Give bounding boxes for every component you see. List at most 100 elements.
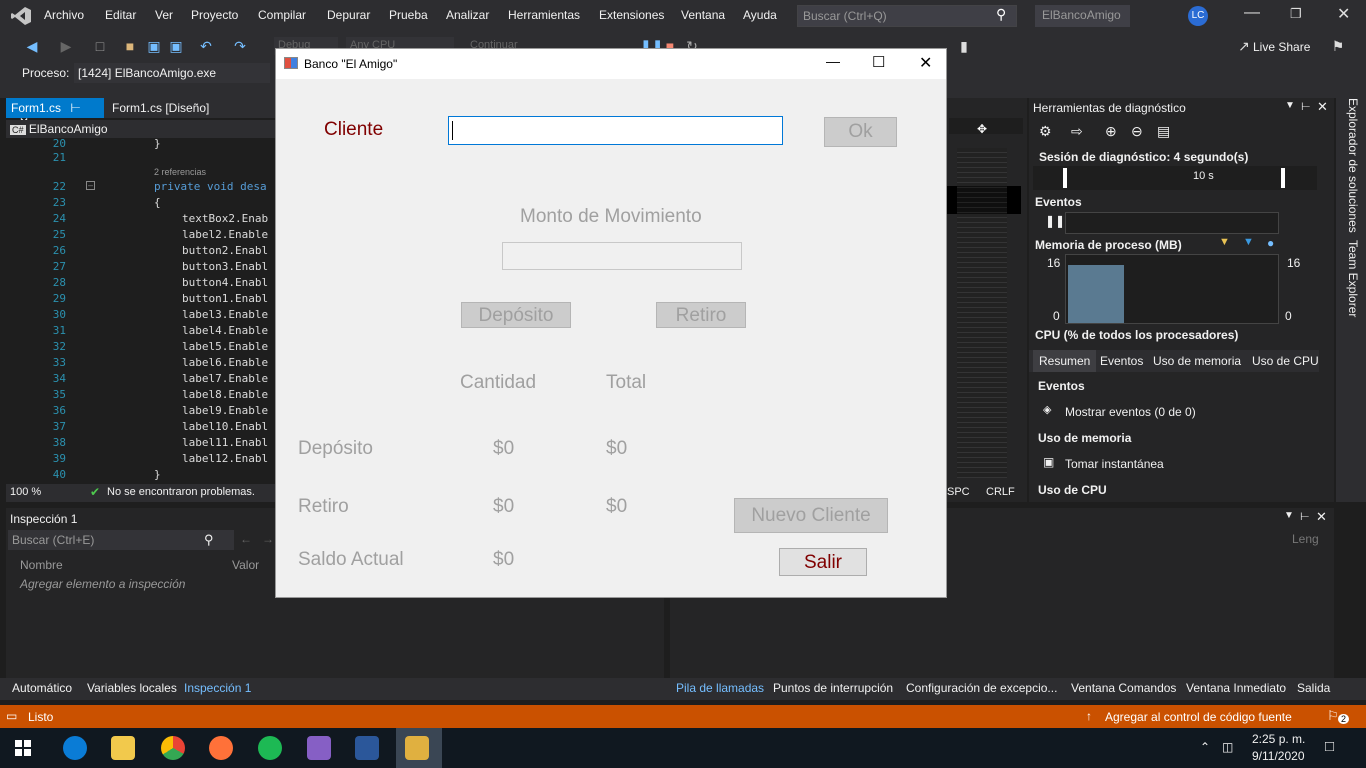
col-value-header[interactable]: Valor xyxy=(232,558,259,572)
user-avatar[interactable]: LC xyxy=(1188,6,1208,26)
spc-indicator[interactable]: SPC xyxy=(947,486,970,498)
salir-button[interactable]: Salir xyxy=(779,548,867,576)
col-name-header[interactable]: Nombre xyxy=(20,558,63,572)
pin-icon[interactable]: ⊢ xyxy=(70,101,80,115)
tab-inspeccion-1[interactable]: Inspección 1 xyxy=(184,681,251,695)
chrome-icon[interactable] xyxy=(161,736,185,760)
add-watch-row[interactable]: Agregar elemento a inspección xyxy=(20,577,185,591)
menu-ventana[interactable]: Ventana xyxy=(681,8,725,22)
menu-compilar[interactable]: Compilar xyxy=(258,8,306,22)
minimize-icon[interactable]: — xyxy=(1244,4,1260,22)
menu-editar[interactable]: Editar xyxy=(105,8,136,22)
menu-ayuda[interactable]: Ayuda xyxy=(743,8,777,22)
menu-ver[interactable]: Ver xyxy=(155,8,173,22)
timeline-end-handle[interactable] xyxy=(1281,168,1285,188)
pin-icon[interactable]: ⊢ xyxy=(1301,100,1311,113)
file-explorer-icon[interactable] xyxy=(111,736,135,760)
tray-chevron-icon[interactable]: ⌃ xyxy=(1200,740,1210,754)
restore-icon[interactable]: ❐ xyxy=(1290,6,1302,22)
edge-icon[interactable] xyxy=(63,736,87,760)
bookmark-icon[interactable]: ▮ xyxy=(956,38,972,54)
problems-status[interactable]: No se encontraron problemas. xyxy=(107,486,255,498)
tab-uso-cpu[interactable]: Uso de CPU xyxy=(1252,354,1319,368)
search-back-icon[interactable]: ← xyxy=(240,532,252,546)
export-icon[interactable]: ⇨ xyxy=(1071,123,1083,140)
open-folder-icon[interactable]: ■ xyxy=(122,38,138,54)
tab-resumen[interactable]: Resumen xyxy=(1033,350,1097,372)
save-icon[interactable]: ▣ xyxy=(146,38,162,54)
source-control-button[interactable]: Agregar al control de código fuente xyxy=(1105,710,1292,724)
zoom-select[interactable]: 100 % xyxy=(10,486,41,498)
redo-icon[interactable]: ↷ xyxy=(232,38,248,54)
collapse-icon[interactable]: – xyxy=(86,181,95,190)
settings-icon[interactable]: ⚙ xyxy=(1039,123,1052,140)
word-icon[interactable] xyxy=(355,736,379,760)
minimap[interactable] xyxy=(957,148,1007,478)
crlf-indicator[interactable]: CRLF xyxy=(986,486,1015,498)
network-icon[interactable]: ◫ xyxy=(1222,740,1233,754)
menu-proyecto[interactable]: Proyecto xyxy=(191,8,238,22)
clock-date[interactable]: 9/11/2020 xyxy=(1252,749,1305,763)
tab-config-excepciones[interactable]: Configuración de excepcio... xyxy=(906,681,1057,695)
tab-variables-locales[interactable]: Variables locales xyxy=(87,681,177,695)
process-select[interactable]: [1424] ElBancoAmigo.exe xyxy=(74,63,270,83)
split-icon[interactable]: ✥ xyxy=(977,122,987,136)
close-icon[interactable]: ✕ xyxy=(1337,4,1350,24)
feedback-icon[interactable]: ⚑ xyxy=(1330,38,1346,54)
ok-button[interactable]: Ok xyxy=(824,117,897,147)
forward-icon[interactable]: ▶ xyxy=(58,38,74,54)
quick-search-input[interactable]: Buscar (Ctrl+Q) xyxy=(797,5,1017,27)
menu-herramientas[interactable]: Herramientas xyxy=(508,8,580,22)
clock-time[interactable]: 2:25 p. m. xyxy=(1252,732,1305,746)
live-share-button[interactable]: Live Share xyxy=(1253,40,1310,54)
tab-eventos[interactable]: Eventos xyxy=(1100,354,1143,368)
notifications-icon[interactable]: ⚐ xyxy=(1327,708,1339,724)
take-snapshot-button[interactable]: Tomar instantánea xyxy=(1065,457,1164,471)
save-all-icon[interactable]: ▣ xyxy=(168,38,184,54)
timeline-start-handle[interactable] xyxy=(1063,168,1067,188)
events-header[interactable]: Eventos xyxy=(1035,195,1082,209)
panel-menu-icon[interactable]: ▼ xyxy=(1285,100,1295,111)
undo-icon[interactable]: ↶ xyxy=(198,38,214,54)
tab-automatico[interactable]: Automático xyxy=(12,681,72,695)
dialog-maximize-icon[interactable]: ☐ xyxy=(872,53,885,71)
tab-ventana-inmediato[interactable]: Ventana Inmediato xyxy=(1186,681,1286,695)
tab-form1-cs[interactable]: Form1.cs ⊢ ✕ xyxy=(6,98,104,129)
menu-analizar[interactable]: Analizar xyxy=(446,8,489,22)
watch-search-input[interactable]: Buscar (Ctrl+E) xyxy=(8,530,234,550)
retiro-button[interactable]: Retiro xyxy=(656,302,746,328)
cliente-input[interactable] xyxy=(448,116,783,145)
menu-prueba[interactable]: Prueba xyxy=(389,8,428,22)
tab-ventana-comandos[interactable]: Ventana Comandos xyxy=(1071,681,1176,695)
tab-pila-llamadas[interactable]: Pila de llamadas xyxy=(676,681,764,695)
chart-icon[interactable]: ▤ xyxy=(1157,123,1170,140)
live-share-icon[interactable]: ↗ xyxy=(1236,38,1252,54)
dialog-close-icon[interactable]: ✕ xyxy=(919,53,932,73)
search-forward-icon[interactable]: → xyxy=(262,532,274,546)
timeline[interactable]: 10 s xyxy=(1033,166,1317,190)
tab-salida[interactable]: Salida xyxy=(1297,681,1330,695)
pause-events-icon[interactable]: ❚❚ xyxy=(1045,214,1065,228)
firefox-icon[interactable] xyxy=(209,736,233,760)
tab-form1-design[interactable]: Form1.cs [Diseño] xyxy=(107,98,214,118)
lang-col-header[interactable]: Leng xyxy=(1292,532,1319,546)
visual-studio-taskbar-icon[interactable] xyxy=(307,736,331,760)
dialog-minimize-icon[interactable]: — xyxy=(826,53,840,69)
back-icon[interactable]: ◀ xyxy=(24,38,40,54)
action-center-icon[interactable]: □ xyxy=(1325,738,1334,755)
nav-project[interactable]: ElBancoAmigo xyxy=(29,122,108,136)
menu-depurar[interactable]: Depurar xyxy=(327,8,370,22)
close-icon[interactable]: ✕ xyxy=(1316,509,1327,525)
new-project-icon[interactable]: □ xyxy=(92,38,108,54)
windows-start-icon[interactable] xyxy=(15,740,31,756)
tab-puntos-interrupcion[interactable]: Puntos de interrupción xyxy=(773,681,893,695)
winforms-app-icon[interactable] xyxy=(405,736,429,760)
memory-header[interactable]: Memoria de proceso (MB) xyxy=(1035,238,1182,252)
zoom-in-icon[interactable]: ⊕ xyxy=(1105,123,1117,140)
search-icon[interactable]: ⚲ xyxy=(204,532,214,548)
pin-icon[interactable]: ⊢ xyxy=(1300,510,1310,523)
panel-menu-icon[interactable]: ▼ xyxy=(1284,510,1294,521)
code-area[interactable]: 20 } 21 2 referencias 22 – private void … xyxy=(6,137,275,484)
references-codelens[interactable]: 2 referencias xyxy=(154,167,206,177)
spotify-icon[interactable] xyxy=(258,736,282,760)
